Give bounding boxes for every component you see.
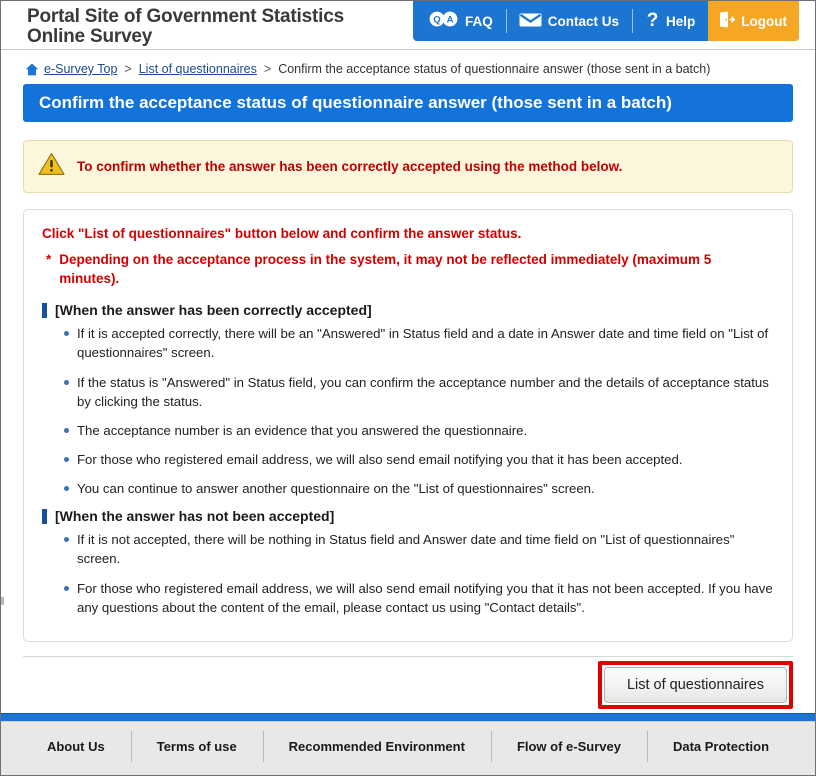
nav-help-label: Help [666,13,696,29]
warning-triangle-icon [38,152,65,181]
instructions-panel: Click "List of questionnaires" button be… [23,209,793,642]
breadcrumb-link-esurvey-top[interactable]: e-Survey Top [44,62,117,76]
nav-logout[interactable]: Logout [708,1,799,41]
list-item: If the status is "Answered" in Status fi… [64,373,774,411]
section-heading-not-accepted: [When the answer has not been accepted] [42,508,774,524]
nav-contact-us[interactable]: Contact Us [505,1,632,41]
site-title: Portal Site of Government Statistics Onl… [27,6,344,47]
list-item: The acceptance number is an evidence tha… [64,421,774,440]
left-edge-mark [1,597,4,605]
envelope-icon [519,12,542,31]
list-of-questionnaires-button[interactable]: List of questionnaires [603,666,787,703]
svg-text:?: ? [647,10,659,29]
section-heading-accepted-label: [When the answer has been correctly acce… [55,302,372,319]
footer-link-about-us[interactable]: About Us [21,739,131,754]
bullet-list-not-accepted: If it is not accepted, there will be not… [42,530,774,617]
instruction-note-text: Depending on the acceptance process in t… [59,252,712,287]
instruction-lead: Click "List of questionnaires" button be… [42,226,522,241]
breadcrumb-current: Confirm the acceptance status of questio… [278,62,711,76]
footer-link-terms-of-use[interactable]: Terms of use [130,731,263,763]
site-header: Portal Site of Government Statistics Onl… [1,1,815,50]
qa-icon: Q A [429,11,459,31]
asterisk-marker: * [46,252,52,267]
breadcrumb: e-Survey Top > List of questionnaires > … [1,50,815,84]
nav-logout-label: Logout [741,13,787,29]
svg-text:A: A [447,15,454,26]
footer-accent-strip [1,712,815,721]
instruction-note: * Depending on the acceptance process in… [46,250,774,288]
section-heading-accepted: [When the answer has been correctly acce… [42,302,774,318]
warning-notice: To confirm whether the answer has been c… [23,140,793,193]
section-marker-bar [42,302,47,318]
footer-nav: About Us Terms of use Recommended Enviro… [1,722,815,772]
breadcrumb-link-list-of-questionnaires[interactable]: List of questionnaires [139,62,257,76]
home-icon [25,63,39,76]
bullet-list-accepted: If it is accepted correctly, there will … [42,324,774,498]
list-item: You can continue to answer another quest… [64,479,774,498]
nav-faq[interactable]: Q A FAQ [413,1,506,41]
site-footer: About Us Terms of use Recommended Enviro… [1,720,815,775]
breadcrumb-separator: > [124,62,132,76]
nav-faq-label: FAQ [464,13,493,29]
button-highlight-box: List of questionnaires [597,660,793,709]
nav-contact-label: Contact Us [547,13,619,29]
list-item: For those who registered email address, … [64,579,774,617]
list-item: If it is accepted correctly, there will … [64,324,774,362]
page-title: Confirm the acceptance status of questio… [23,84,793,122]
section-marker-bar [42,508,47,524]
logout-door-icon [718,11,736,31]
list-item: For those who registered email address, … [64,450,774,469]
nav-help[interactable]: ? Help [632,1,708,41]
action-row: List of questionnaires [23,657,793,713]
header-nav: Q A FAQ Contact Us ? Help Logout [412,1,799,41]
question-mark-icon: ? [645,10,660,32]
application-window: Portal Site of Government Statistics Onl… [0,0,816,776]
footer-link-flow-of-esurvey[interactable]: Flow of e-Survey [490,731,647,763]
svg-text:Q: Q [433,15,440,26]
breadcrumb-separator: > [263,62,272,76]
list-item: If it is not accepted, there will be not… [64,530,774,568]
warning-notice-text: To confirm whether the answer has been c… [77,159,623,174]
footer-note: This site is operated and managed by the… [1,772,815,775]
footer-link-data-protection[interactable]: Data Protection [646,731,795,763]
footer-link-recommended-environment[interactable]: Recommended Environment [262,731,491,763]
section-heading-not-accepted-label: [When the answer has not been accepted] [55,508,335,525]
